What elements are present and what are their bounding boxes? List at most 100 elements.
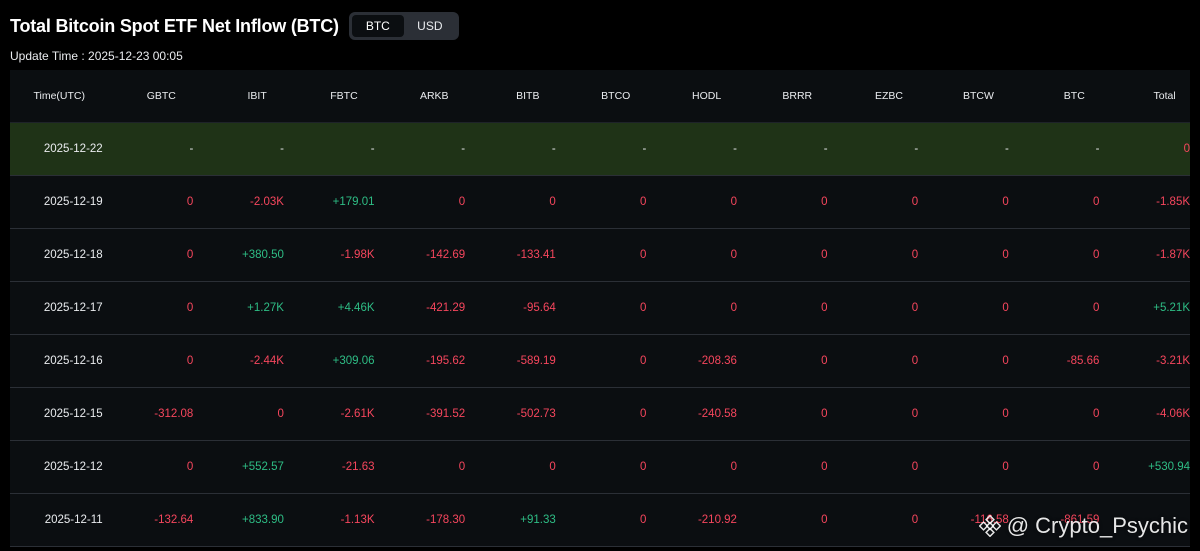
watermark-text: @ Crypto_Psychic xyxy=(1006,513,1188,538)
table-cell: -2.44K xyxy=(250,355,284,367)
table-cell: 0 xyxy=(186,302,194,314)
table-cell: -2.61K xyxy=(340,408,375,420)
table-cell: -4.06K xyxy=(1156,408,1191,420)
column-header-btc: BTC xyxy=(1063,90,1085,102)
table-cell: 0 xyxy=(911,249,919,261)
table-cell: -133.41 xyxy=(516,249,556,261)
table-cell: -85.66 xyxy=(1066,355,1100,367)
table-cell: -421.29 xyxy=(426,302,466,314)
table-cell: -178.30 xyxy=(426,514,466,526)
table-cell: -391.52 xyxy=(426,408,466,420)
column-header-brrr: BRRR xyxy=(782,90,813,102)
table-cell: 0 xyxy=(1002,196,1009,208)
table-cell: -1.87K xyxy=(1156,249,1191,261)
table-cell: 0 xyxy=(821,196,828,208)
row-date: 2025-12-16 xyxy=(43,355,103,367)
table-row: 2025-12-15 -312.08 0 -2.61K -391.52 -502.73 0 -… xyxy=(10,388,1190,441)
table-cell: 0 xyxy=(1002,355,1009,367)
table-cell: 0 xyxy=(639,461,647,473)
table-row: 2025-12-22 - - - - - - - - - - - 0 xyxy=(10,123,1190,176)
row-date: 2025-12-11 xyxy=(44,514,103,526)
row-date: 2025-12-17 xyxy=(43,302,103,314)
table-cell: 0 xyxy=(1002,249,1009,261)
table-cell: -210.92 xyxy=(697,514,737,526)
table-cell: 0 xyxy=(277,408,284,420)
row-date: 2025-12-12 xyxy=(43,461,103,473)
table-cell: -502.73 xyxy=(516,408,556,420)
table-cell: -1.98K xyxy=(340,249,375,261)
table-cell: 0 xyxy=(458,461,466,473)
table-cell: 0 xyxy=(186,355,194,367)
table-cell: 0 xyxy=(911,302,919,314)
header: Total Bitcoin Spot ETF Net Inflow (BTC) … xyxy=(10,12,459,40)
table-cell: -1.13K xyxy=(340,514,375,526)
table-cell: 0 xyxy=(821,461,828,473)
etf-flow-table: Time(UTC) GBTC IBIT FBTC ARKB BITB BTCO HODL BRR… xyxy=(10,70,1190,547)
table-cell: 0 xyxy=(821,302,828,314)
table-cell: 0 xyxy=(821,355,828,367)
table-cell: 0 xyxy=(1002,302,1009,314)
column-header-ibit: IBIT xyxy=(247,90,267,102)
table-cell: -2.03K xyxy=(250,196,284,208)
table-cell: -195.62 xyxy=(426,355,466,367)
table-cell: 0 xyxy=(911,196,919,208)
table-header-row: Time(UTC) GBTC IBIT FBTC ARKB BITB BTCO HODL BRR… xyxy=(10,70,1190,123)
table-cell: +552.57 xyxy=(242,461,284,473)
table-cell: -142.69 xyxy=(426,249,466,261)
page: Total Bitcoin Spot ETF Net Inflow (BTC) … xyxy=(0,0,1200,551)
column-header-arkb: ARKB xyxy=(419,90,449,102)
table-cell: 0 xyxy=(186,249,194,261)
table-cell: 0 xyxy=(730,461,737,473)
table-cell: +833.90 xyxy=(242,514,284,526)
table-cell: +530.94 xyxy=(1148,461,1191,473)
table-cell: -21.63 xyxy=(341,461,375,473)
table-cell: -589.19 xyxy=(516,355,556,367)
page-title: Total Bitcoin Spot ETF Net Inflow (BTC) xyxy=(10,15,339,36)
table-cell: - xyxy=(914,143,919,155)
table-cell: 0 xyxy=(730,249,737,261)
table-cell: - xyxy=(642,143,647,155)
table-cell: 0 xyxy=(1002,408,1009,420)
table-cell: -95.64 xyxy=(523,302,556,314)
table-cell: 0 xyxy=(639,514,647,526)
table-cell: 0 xyxy=(639,196,647,208)
table-cell: 0 xyxy=(821,408,828,420)
table-cell: - xyxy=(1095,143,1100,155)
column-header-bitb: BITB xyxy=(516,90,540,102)
table-cell: 0 xyxy=(186,196,194,208)
table-cell: 0 xyxy=(911,355,919,367)
column-header-ezbc: EZBC xyxy=(875,90,904,102)
table-row: 2025-12-17 0 +1.27K +4.46K -421.29 -95.64 0 0 0 0… xyxy=(10,282,1190,335)
column-header-fbtc: FBTC xyxy=(330,90,358,102)
table-cell: 0 xyxy=(1093,408,1100,420)
table-cell: 0 xyxy=(549,461,556,473)
table-row: 2025-12-16 0 -2.44K +309.06 -195.62 -589.19 0 -… xyxy=(10,335,1190,388)
table-cell: 0 xyxy=(639,302,647,314)
table-cell: 0 xyxy=(549,196,556,208)
table-cell: 0 xyxy=(821,249,828,261)
table-cell: -240.58 xyxy=(697,408,737,420)
column-header-gbtc: GBTC xyxy=(146,90,176,102)
table-cell: +380.50 xyxy=(242,249,284,261)
table-cell: 0 xyxy=(1093,461,1100,473)
table-cell: 0 xyxy=(821,514,828,526)
table-cell: - xyxy=(461,143,466,155)
table-cell: 0 xyxy=(911,514,919,526)
column-header-hodl: HODL xyxy=(692,90,722,102)
toggle-usd[interactable]: USD xyxy=(404,15,456,37)
column-header-total: Total xyxy=(1153,90,1176,102)
table-cell: 0 xyxy=(458,196,466,208)
column-header-time-utc: Time(UTC) xyxy=(33,90,85,102)
table-cell: 0 xyxy=(911,408,919,420)
row-date: 2025-12-18 xyxy=(43,249,103,261)
table-cell: 0 xyxy=(1002,461,1009,473)
row-date: 2025-12-15 xyxy=(43,408,103,420)
table-cell: - xyxy=(823,143,828,155)
toggle-btc[interactable]: BTC xyxy=(351,15,404,37)
table-cell: +91.33 xyxy=(520,514,556,526)
currency-toggle: BTC USD xyxy=(348,12,459,40)
row-date: 2025-12-19 xyxy=(43,196,103,208)
table-cell: 0 xyxy=(639,408,647,420)
table-cell: 0 xyxy=(1093,249,1100,261)
table-cell: 0 xyxy=(186,461,194,473)
